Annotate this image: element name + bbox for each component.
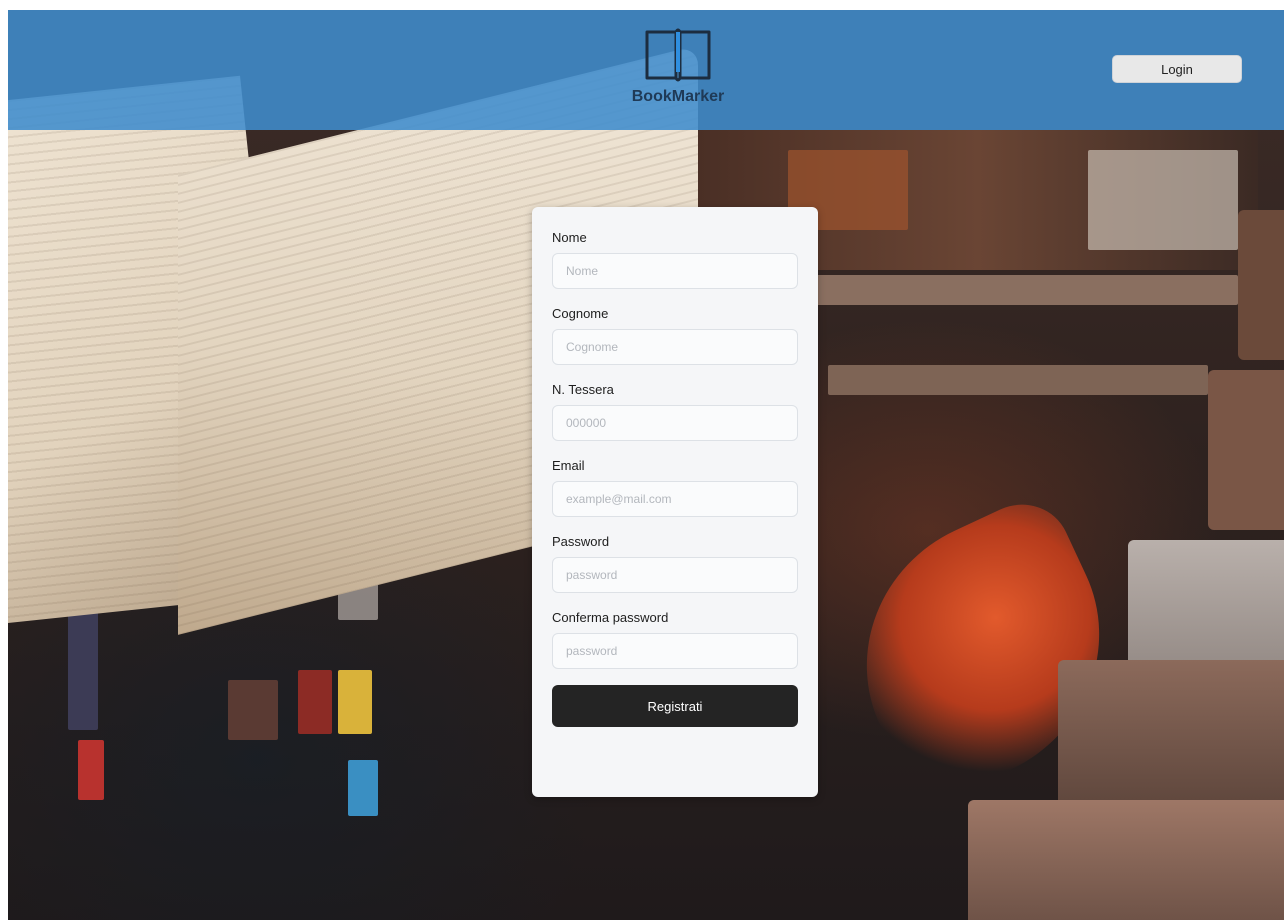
- book-spine-decor: [78, 740, 104, 800]
- field-email: Email: [552, 457, 798, 517]
- register-button[interactable]: Registrati: [552, 685, 798, 727]
- email-input[interactable]: [552, 481, 798, 517]
- field-label: Password: [552, 534, 610, 549]
- shelf-decor: [808, 275, 1238, 305]
- field-cognome: Cognome: [552, 305, 798, 365]
- field-label: Cognome: [552, 306, 609, 321]
- field-label: Email: [552, 458, 585, 473]
- shelf-decor: [828, 365, 1208, 395]
- stacked-book-decor: [1058, 660, 1284, 810]
- stacked-book-decor: [1238, 210, 1284, 360]
- brand-name: BookMarker: [631, 88, 725, 105]
- field-label: Nome: [552, 230, 587, 245]
- field-nome: Nome: [552, 229, 798, 289]
- book-spine-decor: [1088, 150, 1238, 250]
- field-password: Password: [552, 533, 798, 593]
- app-window: BookMarker Login Nome Cognome N. Tessera…: [8, 10, 1284, 920]
- field-label: N. Tessera: [552, 382, 614, 397]
- field-tessera: N. Tessera: [552, 381, 798, 441]
- field-confirm-password: Conferma password: [552, 609, 798, 669]
- book-spine-decor: [338, 670, 372, 734]
- book-spine-decor: [68, 610, 98, 730]
- confirm-password-input[interactable]: [552, 633, 798, 669]
- field-label: Conferma password: [552, 610, 669, 625]
- stacked-book-decor: [968, 800, 1284, 920]
- brand-logo[interactable]: BookMarker: [608, 24, 748, 124]
- nome-input[interactable]: [552, 253, 798, 289]
- registration-form-card: Nome Cognome N. Tessera Email Password C…: [532, 207, 818, 797]
- cognome-input[interactable]: [552, 329, 798, 365]
- top-header-bar: BookMarker Login: [8, 10, 1284, 130]
- book-spine-decor: [348, 760, 378, 816]
- login-button[interactable]: Login: [1112, 55, 1242, 83]
- password-input[interactable]: [552, 557, 798, 593]
- book-spine-decor: [298, 670, 332, 734]
- open-book-logo-icon: [645, 28, 711, 82]
- book-spine-decor: [228, 680, 278, 740]
- tessera-input[interactable]: [552, 405, 798, 441]
- stacked-book-decor: [1208, 370, 1284, 530]
